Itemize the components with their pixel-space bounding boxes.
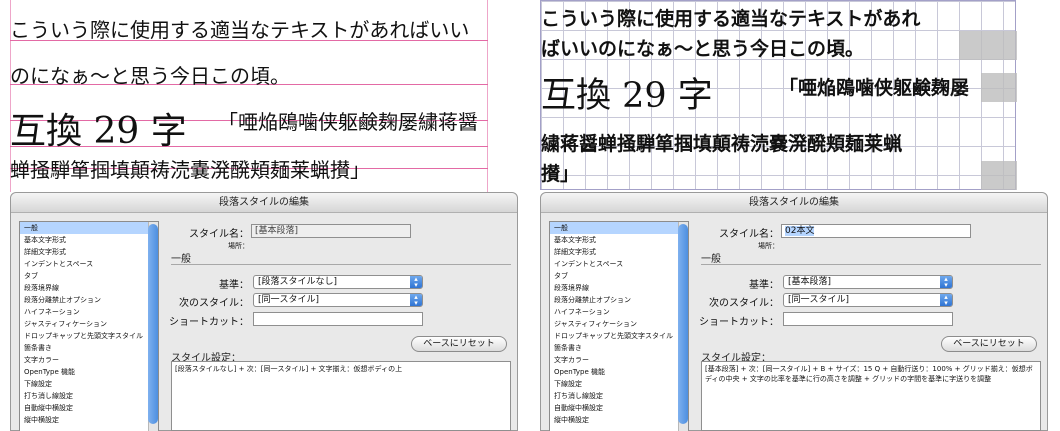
sample-line-4: 蝉掻騨箪掴填顛祷涜嚢溌醗頬麺莱蝋攅」	[10, 158, 370, 182]
shortcut-input[interactable]	[253, 312, 423, 326]
based-on-label: 基準：	[749, 280, 779, 291]
sidebar-item[interactable]: ハイフネーション	[550, 306, 688, 318]
sample-line-5: 攅」	[541, 163, 580, 185]
sample-line-4: 繍蒋醤蝉掻騨箪掴填顛祷涜嚢溌醗頬麺莱蝋	[541, 133, 903, 155]
style-name-input[interactable]: [基本段落]	[251, 224, 411, 238]
sample-line-1: こういう際に使用する適当なテキストがあれ	[541, 8, 921, 30]
sidebar-item[interactable]: 自動縦中横設定	[550, 402, 688, 414]
sidebar-item[interactable]: ハイフネーション	[20, 306, 158, 318]
paragraph-style-dialog: 段落スタイルの編集 一般 基本文字形式 詳細文字形式 インデントとスペース タブ…	[540, 192, 1048, 431]
margin-guide	[487, 0, 488, 192]
sidebar-item[interactable]: 基本文字形式	[550, 234, 688, 246]
category-list[interactable]: 一般 基本文字形式 詳細文字形式 インデントとスペース タブ 段落境界線 段落分…	[549, 221, 689, 431]
sample-text-area: こういう際に使用する適当なテキストがあればいい のになぁ〜と思う今日この頃。 互…	[10, 0, 488, 192]
scrollbar-thumb[interactable]	[678, 224, 688, 424]
sample-line-2: のになぁ〜と思う今日この頃。	[10, 64, 290, 88]
chevron-updown-icon: ▴ ▾	[410, 276, 422, 289]
next-style-label: 次のスタイル：	[709, 298, 779, 309]
sample-line-3-big: 互換 29 字	[10, 111, 187, 152]
sidebar-item[interactable]: 詳細文字形式	[20, 246, 158, 258]
based-on-select[interactable]: [基本段落] ▴ ▾	[783, 275, 953, 289]
style-name-value: 02本文	[785, 226, 815, 236]
based-on-value: [段落スタイルなし]	[258, 277, 338, 287]
sidebar-item[interactable]: インデントとスペース	[20, 258, 158, 270]
shortcut-label: ショートカット：	[699, 317, 779, 328]
sidebar-item[interactable]: 箇条書き	[20, 342, 158, 354]
reset-to-base-button[interactable]: ベースにリセット	[411, 336, 507, 352]
section-divider	[701, 264, 1041, 265]
sidebar-item[interactable]: 段落分離禁止オプション	[550, 294, 688, 306]
right-panel: こういう際に使用する適当なテキストがあれ ばいいのになぁ〜と思う今日この頃。 互…	[540, 0, 1060, 431]
paragraph-style-dialog: 段落スタイルの編集 一般 基本文字形式 詳細文字形式 インデントとスペース タブ…	[10, 192, 518, 431]
style-name-input[interactable]: 02本文	[781, 224, 971, 238]
grid-highlight	[959, 31, 1017, 60]
sample-line-1: こういう際に使用する適当なテキストがあればいい	[10, 18, 470, 42]
grid-highlight	[981, 73, 1017, 102]
sidebar-item[interactable]: 一般	[20, 222, 158, 234]
sidebar-item[interactable]: 打ち消し線設定	[550, 390, 688, 402]
sidebar-item[interactable]: 文字カラー	[20, 354, 158, 366]
sidebar-item[interactable]: 一般	[550, 222, 688, 234]
sidebar-item[interactable]: 縦中横設定	[20, 414, 158, 426]
sidebar-item[interactable]: 段落分離禁止オプション	[20, 294, 158, 306]
style-settings-box: [段落スタイルなし] + 次：[同一スタイル] + 文字揃え：仮想ボディの上	[171, 361, 511, 431]
sidebar-item[interactable]: 文字カラー	[550, 354, 688, 366]
sidebar-item[interactable]: 下線設定	[20, 378, 158, 390]
sidebar-item[interactable]: 下線設定	[550, 378, 688, 390]
category-list[interactable]: 一般 基本文字形式 詳細文字形式 インデントとスペース タブ 段落境界線 段落分…	[19, 221, 159, 431]
based-on-value: [基本段落]	[788, 277, 832, 287]
scrollbar-thumb[interactable]	[148, 224, 158, 424]
sidebar-item[interactable]: タブ	[550, 270, 688, 282]
style-name-label: スタイル名：	[189, 229, 249, 240]
sidebar-item[interactable]: 打ち消し線設定	[20, 390, 158, 402]
next-style-select[interactable]: [同一スタイル] ▴ ▾	[253, 293, 423, 307]
section-general: 一般	[701, 254, 721, 265]
list-scrollbar[interactable]	[678, 222, 688, 431]
sidebar-item[interactable]: ジャスティフィケーション	[20, 318, 158, 330]
shortcut-input[interactable]	[783, 312, 953, 326]
sidebar-item[interactable]: インデントとスペース	[550, 258, 688, 270]
sidebar-item[interactable]: 基本文字形式	[20, 234, 158, 246]
style-name-label: スタイル名：	[719, 229, 779, 240]
sidebar-item[interactable]: 詳細文字形式	[550, 246, 688, 258]
sample-line-2: ばいいのになぁ〜と思う今日この頃。	[541, 38, 865, 60]
next-style-value: [同一スタイル]	[788, 295, 850, 305]
next-style-label: 次のスタイル：	[179, 298, 249, 309]
sidebar-item[interactable]: ドロップキャップと先頭文字スタイル	[550, 330, 688, 342]
sidebar-item[interactable]: タブ	[20, 270, 158, 282]
sidebar-item[interactable]: ドロップキャップと先頭文字スタイル	[20, 330, 158, 342]
sidebar-item[interactable]: 段落境界線	[20, 282, 158, 294]
sidebar-item[interactable]: ジャスティフィケーション	[550, 318, 688, 330]
left-panel: こういう際に使用する適当なテキストがあればいい のになぁ〜と思う今日この頃。 互…	[0, 0, 520, 431]
chevron-updown-icon: ▴ ▾	[940, 294, 952, 307]
based-on-label: 基準：	[219, 280, 249, 291]
list-scrollbar[interactable]	[148, 222, 158, 431]
based-on-select[interactable]: [段落スタイルなし] ▴ ▾	[253, 275, 423, 289]
sidebar-item[interactable]: 箇条書き	[550, 342, 688, 354]
chevron-updown-icon: ▴ ▾	[410, 294, 422, 307]
section-general: 一般	[171, 254, 191, 265]
grid-highlight	[981, 161, 1017, 190]
style-settings-box: [基本段落] + 次：[同一スタイル] + B + サイズ：15 Q + 自動行…	[701, 361, 1041, 431]
sidebar-item[interactable]: 自動縦中横設定	[20, 402, 158, 414]
sample-line-3-small: 「唖焔鴎噛侠躯鹸麹屡繍蒋醤	[218, 110, 478, 134]
shortcut-label: ショートカット：	[169, 317, 249, 328]
sidebar-item[interactable]: 段落境界線	[550, 282, 688, 294]
next-style-value: [同一スタイル]	[258, 295, 320, 305]
sample-line-3-big: 互換 29 字	[541, 76, 713, 116]
dialog-title: 段落スタイルの編集	[541, 193, 1047, 213]
chevron-updown-icon: ▴ ▾	[940, 276, 952, 289]
sidebar-item[interactable]: 縦中横設定	[550, 414, 688, 426]
next-style-select[interactable]: [同一スタイル] ▴ ▾	[783, 293, 953, 307]
sidebar-item[interactable]: OpenType 機能	[550, 366, 688, 378]
reset-to-base-button[interactable]: ベースにリセット	[941, 336, 1037, 352]
section-divider	[171, 264, 511, 265]
dialog-title: 段落スタイルの編集	[11, 193, 517, 213]
sample-text-grid: こういう際に使用する適当なテキストがあれ ばいいのになぁ〜と思う今日この頃。 互…	[540, 0, 1017, 190]
sidebar-item[interactable]: OpenType 機能	[20, 366, 158, 378]
sample-line-3-small: 「唖焔鴎噛侠躯鹸麹屡	[779, 77, 970, 99]
